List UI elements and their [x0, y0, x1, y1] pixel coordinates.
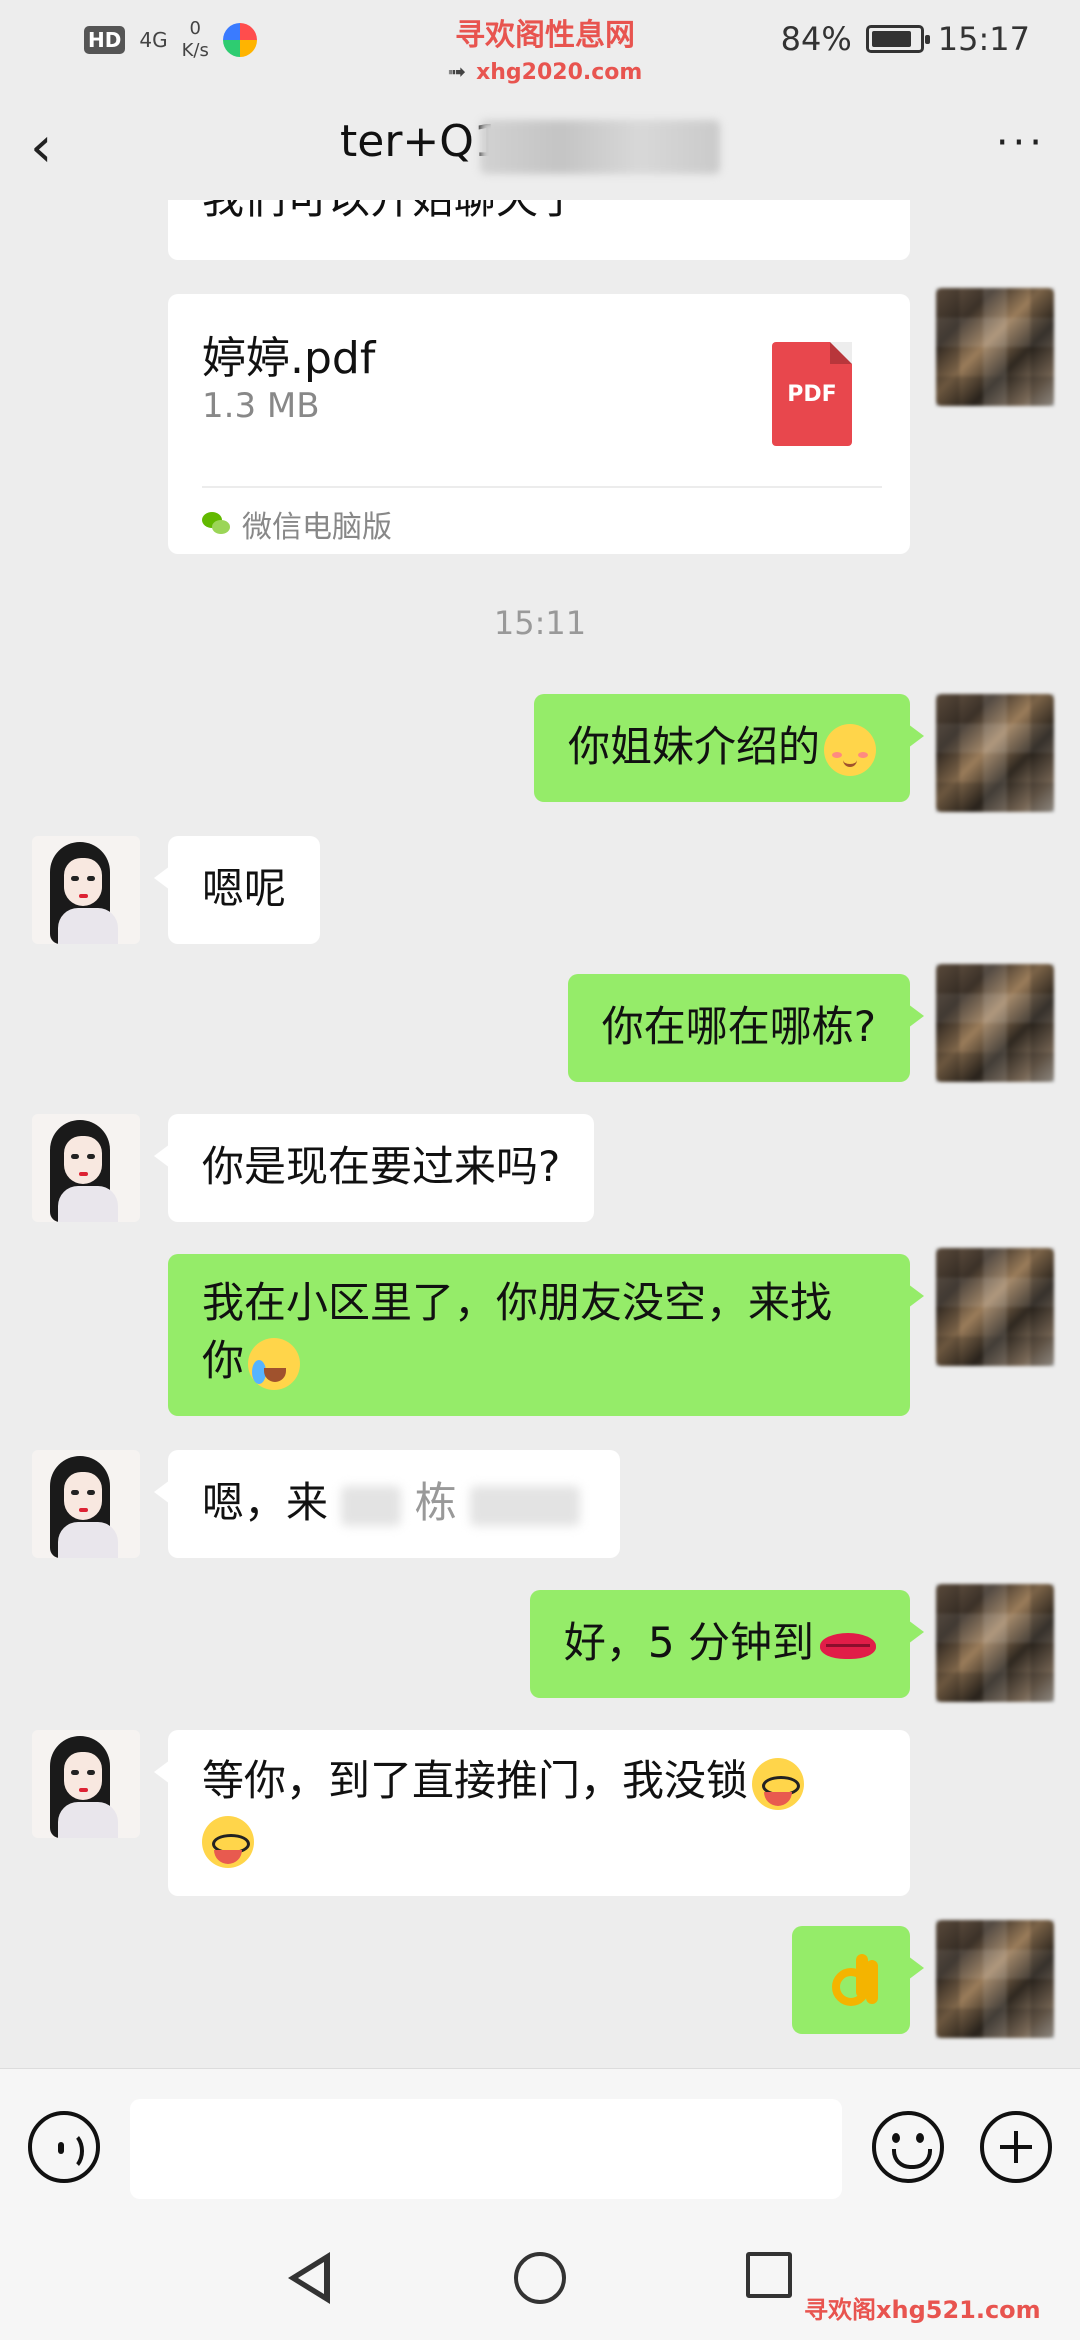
input-bar	[0, 2068, 1080, 2224]
avatar-contact[interactable]	[32, 1114, 140, 1222]
pdf-file-icon: PDF	[772, 342, 852, 446]
message-text: 你在哪在哪栋?	[601, 1002, 876, 1051]
message-text-line-1: 等你，到了直接推门，我没锁	[202, 1752, 876, 1810]
message-bubble-sent[interactable]: 你姐妹介绍的	[533, 694, 925, 802]
file-message-card[interactable]: 婷婷.pdf 1.3 MB PDF 微信电脑版	[168, 294, 910, 554]
system-back-icon[interactable]	[288, 2252, 334, 2304]
watermark-site-url: xhg2020.com	[476, 60, 643, 85]
avatar-self[interactable]	[936, 694, 1054, 812]
redacted-title-blur	[480, 120, 720, 174]
chat-area[interactable]: 我们可以开始聊天了 婷婷.pdf 1.3 MB PDF 微信电脑版 15:11 …	[0, 200, 1080, 2068]
kiss-lips-emoji-icon	[820, 1632, 876, 1659]
net-speed-unit: K/s	[181, 40, 209, 61]
avatar-self[interactable]	[936, 1584, 1054, 1702]
signal-4g-icon: 4G	[139, 28, 168, 52]
message-text: 栋	[414, 1478, 457, 1527]
message-bubble[interactable]: 我们可以开始聊天了	[168, 200, 910, 260]
message-bubble-received[interactable]: 你是现在要过来吗?	[153, 1114, 595, 1222]
hd-badge: HD	[84, 26, 126, 54]
emoji-picker-icon[interactable]	[872, 2111, 944, 2183]
arrow-icon: ➟	[447, 60, 467, 85]
message-text: 你	[202, 1336, 245, 1385]
avatar-contact[interactable]	[32, 836, 140, 944]
net-speed: 0 K/s	[182, 18, 209, 62]
message-bubble-sent[interactable]: 我在小区里了，你朋友没空，来找 你	[168, 1254, 924, 1416]
status-left: HD 4G 0 K/s	[84, 18, 257, 62]
battery-percent: 84%	[780, 20, 852, 58]
watermark-top: 寻欢阁性息网 ➟ xhg2020.com	[410, 10, 680, 85]
message-bubble-received[interactable]: 等你，到了直接推门，我没锁	[154, 1730, 910, 1896]
avatar-self[interactable]	[936, 964, 1054, 1082]
crying-face-emoji-icon	[248, 1337, 301, 1390]
system-home-icon[interactable]	[514, 2252, 566, 2304]
chat-title: ter+Q1	[340, 116, 502, 167]
ok-hand-emoji-icon	[828, 1952, 878, 2008]
message-text: 你是现在要过来吗?	[202, 1142, 561, 1191]
system-recents-icon[interactable]	[746, 2252, 792, 2298]
net-speed-value: 0	[189, 18, 201, 39]
file-source: 微信电脑版	[202, 502, 392, 546]
shy-face-emoji-icon	[752, 1757, 805, 1810]
redacted-text	[341, 1485, 402, 1526]
back-chevron-icon[interactable]: ‹	[30, 120, 80, 180]
battery-fill	[871, 31, 911, 47]
avatar-self[interactable]	[936, 1920, 1054, 2038]
message-text: 嗯，来	[202, 1478, 329, 1527]
message-bubble-received[interactable]: 嗯呢	[153, 836, 321, 944]
watermark-site-url-row: ➟ xhg2020.com	[410, 60, 680, 85]
file-size: 1.3 MB	[202, 386, 320, 426]
watermark-site-name: 寻欢阁性息网	[455, 18, 635, 53]
message-text: 我在小区里了，你朋友没空，来找	[202, 1278, 833, 1327]
message-text: 好，5 分钟到	[563, 1618, 814, 1667]
divider	[202, 486, 882, 488]
app-notification-icon	[222, 23, 257, 57]
message-input[interactable]	[130, 2099, 842, 2199]
status-right: 84% 15:17	[781, 20, 1030, 58]
avatar-self[interactable]	[936, 1248, 1054, 1366]
message-text: 你姐妹介绍的	[567, 722, 820, 771]
shy-face-emoji-icon	[202, 1815, 254, 1868]
wechat-icon	[202, 512, 232, 536]
message-bubble-sent[interactable]: 好，5 分钟到	[529, 1590, 925, 1698]
pdf-icon-label: PDF	[787, 382, 837, 407]
voice-input-icon[interactable]	[28, 2111, 100, 2183]
more-actions-plus-icon[interactable]	[980, 2111, 1052, 2183]
blushing-face-emoji-icon	[824, 723, 876, 776]
battery-icon	[865, 25, 930, 53]
file-source-label: 微信电脑版	[242, 510, 392, 545]
avatar-contact[interactable]	[32, 1450, 140, 1558]
chat-header: ‹ ter+Q1 ···	[0, 100, 1080, 200]
avatar-self[interactable]	[936, 288, 1054, 406]
more-options-icon[interactable]: ···	[996, 120, 1046, 166]
avatar-contact[interactable]	[32, 1730, 140, 1838]
watermark-bottom: 寻欢阁xhg521.com	[804, 2296, 1041, 2324]
time-divider: 15:11	[493, 604, 587, 642]
message-bubble-sent[interactable]: 你在哪在哪栋?	[567, 974, 925, 1082]
message-text: 等你，到了直接推门，我没锁	[202, 1756, 749, 1805]
message-bubble-sent[interactable]	[792, 1926, 924, 2034]
clock: 15:17	[937, 20, 1030, 58]
message-bubble-received[interactable]: 嗯，来 栋	[154, 1450, 620, 1558]
file-name: 婷婷.pdf	[202, 333, 376, 384]
message-text-line-2	[202, 1810, 876, 1868]
message-text: 我们可以开始聊天了	[202, 200, 580, 223]
message-text: 嗯呢	[202, 864, 287, 913]
message-text-line-2: 你	[202, 1332, 876, 1390]
redacted-text	[470, 1485, 581, 1526]
